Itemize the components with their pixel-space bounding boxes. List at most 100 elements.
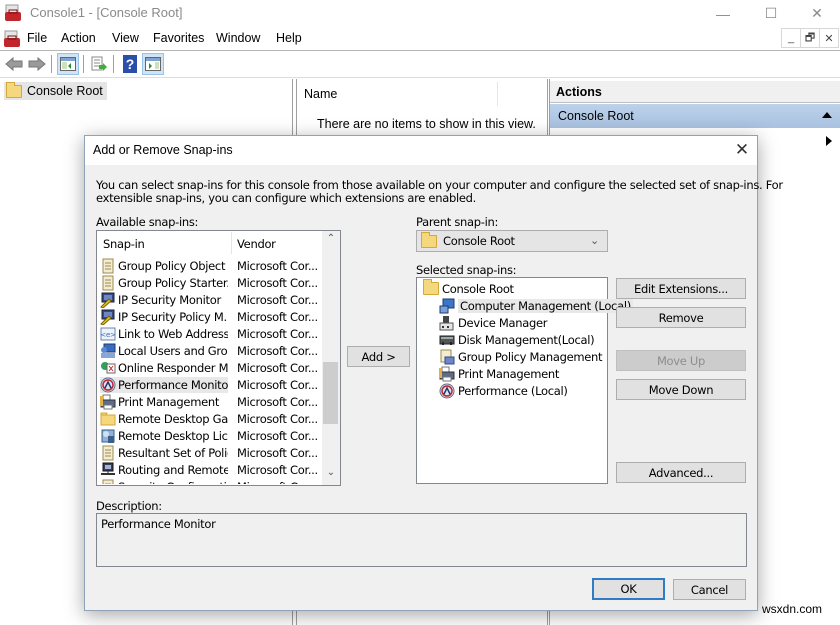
edit-extensions-button[interactable]: Edit Extensions... bbox=[616, 278, 746, 299]
more-actions-arrow-icon[interactable] bbox=[826, 136, 832, 146]
system-menu-icon[interactable] bbox=[3, 30, 21, 48]
available-snapin-row[interactable]: Group Policy Starter... Microsoft Cor... bbox=[100, 274, 320, 291]
dialog-intro-line-1: You can select snap-ins for this console… bbox=[96, 178, 783, 192]
available-snapin-row[interactable]: Group Policy Object ... Microsoft Cor... bbox=[100, 257, 320, 274]
policy-scroll-icon bbox=[100, 275, 116, 291]
available-snapin-row[interactable]: IP Security Monitor Microsoft Cor... bbox=[100, 291, 320, 308]
add-button[interactable]: Add > bbox=[347, 346, 410, 367]
selected-snapin-item[interactable]: Performance (Local) bbox=[417, 382, 607, 399]
menu-file[interactable]: File bbox=[27, 31, 47, 45]
toolbar-separator bbox=[113, 55, 114, 73]
snapin-name: Remote Desktop Ga... bbox=[118, 411, 228, 426]
policy-scroll-icon bbox=[100, 445, 116, 461]
scroll-down-arrow-icon[interactable]: ⌄ bbox=[322, 467, 340, 483]
snapin-name-cell: Print Management bbox=[100, 394, 228, 410]
menu-view[interactable]: View bbox=[112, 31, 139, 45]
selected-snapins-tree[interactable]: Console Root Computer Management (Local)… bbox=[416, 277, 633, 484]
snapin-vendor: Microsoft Cor... bbox=[237, 326, 318, 341]
minimize-button[interactable]: — bbox=[700, 0, 746, 27]
snapin-vendor: Microsoft Cor... bbox=[237, 292, 318, 307]
available-list-scrollbar[interactable] bbox=[322, 231, 340, 485]
selected-root-label: Console Root bbox=[442, 281, 514, 296]
description-label: Description: bbox=[96, 499, 162, 513]
help-button[interactable]: ? bbox=[119, 53, 141, 75]
column-divider[interactable] bbox=[231, 232, 232, 254]
back-button[interactable] bbox=[3, 53, 25, 75]
advanced-button[interactable]: Advanced... bbox=[616, 462, 746, 483]
description-box: Performance Monitor bbox=[96, 513, 747, 567]
selected-snapin-label: Disk Management(Local) bbox=[458, 332, 595, 347]
snapin-name: Link to Web Address bbox=[118, 326, 228, 341]
collapse-triangle-icon[interactable] bbox=[822, 112, 832, 118]
snapin-vendor: Microsoft Cor... bbox=[237, 462, 318, 477]
ip-security-icon bbox=[100, 309, 116, 325]
available-snapin-row[interactable]: Remote Desktop Ga... Microsoft Cor... bbox=[100, 410, 320, 427]
snapin-name: Routing and Remote... bbox=[118, 462, 228, 477]
parent-snapin-label: Parent snap-in: bbox=[416, 215, 499, 229]
snapin-name-cell: Resultant Set of Policy bbox=[100, 445, 228, 461]
actions-section-console-root[interactable]: Console Root bbox=[550, 104, 840, 128]
export-list-button[interactable] bbox=[88, 53, 110, 75]
column-header-name[interactable]: Name bbox=[304, 87, 337, 101]
column-header-vendor[interactable]: Vendor bbox=[237, 237, 276, 251]
show-hide-console-tree-button[interactable] bbox=[57, 53, 79, 75]
close-window-button[interactable]: ✕ bbox=[794, 0, 840, 27]
tree-node-console-root[interactable]: Console Root bbox=[4, 81, 107, 100]
column-header-snapin[interactable]: Snap-in bbox=[103, 237, 145, 251]
dialog-close-button[interactable]: ✕ bbox=[730, 139, 754, 161]
menu-help[interactable]: Help bbox=[276, 31, 302, 45]
svg-text:?: ? bbox=[126, 56, 135, 72]
snapin-vendor: Microsoft Cor... bbox=[237, 445, 318, 460]
dialog-title: Add or Remove Snap-ins bbox=[93, 143, 233, 157]
show-hide-action-pane-button[interactable] bbox=[142, 53, 164, 75]
mdi-minimize-button[interactable]: _ bbox=[781, 28, 801, 48]
cancel-button[interactable]: Cancel bbox=[673, 579, 746, 600]
disk-icon bbox=[439, 332, 455, 348]
move-up-button[interactable]: Move Up bbox=[616, 350, 746, 371]
menu-window[interactable]: Window bbox=[216, 31, 260, 45]
available-snapin-row[interactable]: IP Security Policy M... Microsoft Cor... bbox=[100, 308, 320, 325]
ok-button[interactable]: OK bbox=[592, 578, 665, 600]
forward-button[interactable] bbox=[26, 53, 48, 75]
selected-tree-root[interactable]: Console Root bbox=[417, 279, 607, 297]
available-snapin-row[interactable]: Remote Desktop Lic... Microsoft Cor... bbox=[100, 427, 320, 444]
available-snapin-row[interactable]: Routing and Remote... Microsoft Cor... bbox=[100, 461, 320, 478]
selected-snapin-label: Performance (Local) bbox=[458, 383, 568, 398]
snapin-name: IP Security Policy M... bbox=[118, 309, 228, 324]
available-snapin-row[interactable]: <e> Link to Web Address Microsoft Cor... bbox=[100, 325, 320, 342]
available-snapin-row[interactable]: Print Management Microsoft Cor... bbox=[100, 393, 320, 410]
selected-snapin-item[interactable]: Print Management bbox=[417, 365, 607, 382]
available-snapin-row[interactable]: Online Responder M... Microsoft Cor... bbox=[100, 359, 320, 376]
mdi-close-button[interactable]: ✕ bbox=[819, 28, 839, 48]
parent-snapin-dropdown[interactable]: Console Root bbox=[416, 230, 608, 252]
menu-action[interactable]: Action bbox=[61, 31, 96, 45]
selected-snapin-item[interactable]: Device Manager bbox=[417, 314, 607, 331]
remove-button[interactable]: Remove bbox=[616, 307, 746, 328]
menu-favorites[interactable]: Favorites bbox=[153, 31, 204, 45]
column-divider[interactable] bbox=[497, 82, 498, 106]
scrollbar-thumb[interactable] bbox=[323, 362, 338, 424]
available-snapin-row[interactable]: Local Users and Gro... Microsoft Cor... bbox=[100, 342, 320, 359]
selected-snapin-item[interactable]: Disk Management(Local) bbox=[417, 331, 607, 348]
snapin-vendor: Microsoft Cor... bbox=[237, 394, 318, 409]
snapin-name: Performance Monitor bbox=[118, 377, 228, 392]
chevron-down-icon[interactable]: ⌄ bbox=[590, 234, 599, 247]
available-snapin-row[interactable]: Performance Monitor Microsoft Cor... bbox=[100, 376, 320, 393]
move-down-button[interactable]: Move Down bbox=[616, 379, 746, 400]
selected-snapin-item[interactable]: Computer Management (Local) bbox=[417, 297, 633, 314]
snapin-vendor: Microsoft Cor... bbox=[237, 258, 318, 273]
available-snapin-row[interactable]: Resultant Set of Policy Microsoft Cor... bbox=[100, 444, 320, 461]
snapin-name: Remote Desktop Lic... bbox=[118, 428, 228, 443]
maximize-button[interactable]: ☐ bbox=[748, 0, 794, 27]
snapin-vendor: Microsoft Cor... bbox=[237, 275, 318, 290]
scroll-up-arrow-icon[interactable]: ⌃ bbox=[322, 233, 340, 249]
action-pane-icon bbox=[145, 57, 161, 71]
selected-snapin-label: Computer Management (Local) bbox=[458, 298, 633, 313]
mdi-restore-button[interactable]: 🗗 bbox=[800, 28, 820, 48]
empty-view-message: There are no items to show in this view. bbox=[317, 117, 536, 131]
watermark: wsxdn.com bbox=[762, 602, 823, 616]
snapin-name-cell: Local Users and Gro... bbox=[100, 343, 228, 359]
snapin-vendor: Microsoft Cor... bbox=[237, 428, 318, 443]
export-list-icon bbox=[91, 56, 107, 71]
selected-snapin-item[interactable]: Group Policy Management bbox=[417, 348, 607, 365]
